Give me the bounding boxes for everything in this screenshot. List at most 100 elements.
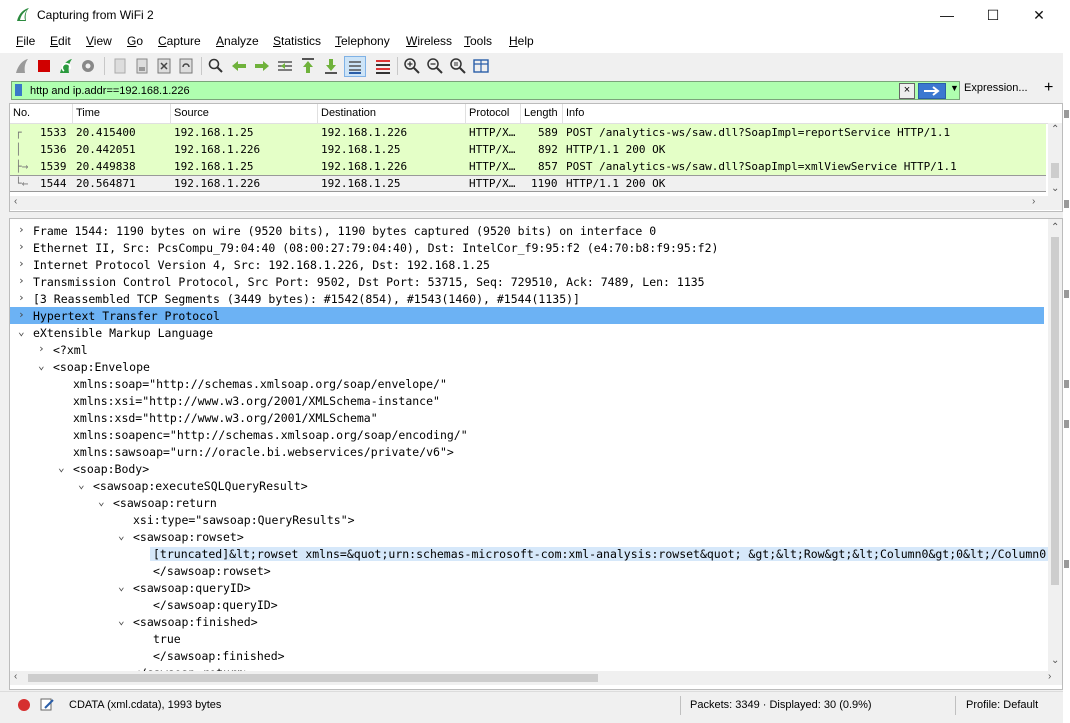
menu-statistics[interactable]: Statistics	[273, 34, 321, 48]
scroll-right-icon[interactable]: ›	[1032, 196, 1035, 207]
scroll-left-icon[interactable]: ‹	[14, 196, 17, 207]
menu-telephony[interactable]: Telephony	[335, 34, 390, 48]
scroll-thumb[interactable]	[28, 674, 598, 682]
expanded-chevron-icon[interactable]: ⌄	[118, 614, 128, 627]
reload-file-icon[interactable]	[176, 56, 196, 76]
detail-tree-item[interactable]: ⌄ <sawsoap:finished>	[10, 613, 1044, 630]
packet-row[interactable]: │ 1536 20.442051 192.168.1.226 192.168.1…	[10, 141, 1046, 158]
menu-edit[interactable]: Edit	[50, 34, 71, 48]
details-vertical-scrollbar[interactable]: ⌃ ⌄	[1048, 219, 1062, 671]
minimize-button[interactable]: —	[924, 0, 970, 31]
detail-tree-item[interactable]: › Hypertext Transfer Protocol	[10, 307, 1044, 324]
menu-tools[interactable]: Tools	[464, 34, 492, 48]
packet-list-horizontal-scrollbar[interactable]: ‹ ›	[10, 196, 1062, 210]
resize-columns-icon[interactable]	[471, 56, 491, 76]
detail-tree-item[interactable]: ⌄ <soap:Body>	[10, 460, 1044, 477]
detail-tree-item[interactable]: xmlns:soap="http://schemas.xmlsoap.org/s…	[10, 375, 1044, 392]
detail-tree-item[interactable]: › <?xml	[10, 341, 1044, 358]
restart-capture-icon[interactable]	[56, 56, 76, 76]
scroll-up-icon[interactable]: ⌃	[1051, 222, 1059, 233]
expression-button[interactable]: Expression...	[964, 82, 1028, 94]
auto-scroll-icon[interactable]	[344, 56, 366, 77]
detail-tree-item[interactable]: ⌄ eXtensible Markup Language	[10, 324, 1044, 341]
collapsed-chevron-icon[interactable]: ›	[18, 274, 28, 287]
detail-tree-item[interactable]: xsi:type="sawsoap:QueryResults">	[10, 511, 1044, 528]
detail-tree-item[interactable]: [truncated]&lt;rowset xmlns=&quot;urn:sc…	[10, 545, 1050, 562]
expanded-chevron-icon[interactable]: ⌄	[78, 478, 88, 491]
details-horizontal-scrollbar[interactable]: ‹ ›	[10, 671, 1062, 685]
open-file-icon[interactable]	[110, 56, 130, 76]
detail-tree-item[interactable]: ⌄ <sawsoap:rowset>	[10, 528, 1044, 545]
menu-help[interactable]: Help	[509, 34, 534, 48]
column-header-info[interactable]: Info	[566, 107, 584, 119]
profile-text[interactable]: Profile: Default	[966, 699, 1038, 711]
column-header-length[interactable]: Length	[524, 107, 558, 119]
edit-comment-icon[interactable]	[40, 697, 55, 712]
column-header-source[interactable]: Source	[174, 107, 209, 119]
detail-tree-item[interactable]: ⌄ <sawsoap:executeSQLQueryResult>	[10, 477, 1044, 494]
expanded-chevron-icon[interactable]: ⌄	[58, 461, 68, 474]
expanded-chevron-icon[interactable]: ⌄	[98, 495, 108, 508]
packet-row-selected[interactable]: └← 1544 20.564871 192.168.1.226 192.168.…	[10, 175, 1046, 192]
collapsed-chevron-icon[interactable]: ›	[18, 257, 28, 270]
expanded-chevron-icon[interactable]: ⌄	[38, 359, 48, 372]
detail-tree-item[interactable]: › Internet Protocol Version 4, Src: 192.1…	[10, 256, 1044, 273]
expanded-chevron-icon[interactable]: ⌄	[118, 529, 128, 542]
detail-tree-item[interactable]: xmlns:sawsoap="urn://oracle.bi.webservic…	[10, 443, 1044, 460]
go-first-packet-icon[interactable]	[298, 56, 318, 76]
detail-tree-item[interactable]: › Transmission Control Protocol, Src Port…	[10, 273, 1044, 290]
zoom-out-icon[interactable]	[425, 56, 445, 76]
scroll-down-icon[interactable]: ⌄	[1051, 183, 1059, 194]
detail-tree-item[interactable]: xmlns:xsi="http://www.w3.org/2001/XMLSch…	[10, 392, 1044, 409]
scroll-right-icon[interactable]: ›	[1048, 671, 1051, 682]
menu-go[interactable]: Go	[127, 34, 143, 48]
menu-view[interactable]: View	[86, 34, 112, 48]
packet-row[interactable]: ┌ 1533 20.415400 192.168.1.25 192.168.1.…	[10, 124, 1046, 141]
start-capture-fin-icon[interactable]	[12, 56, 32, 76]
collapsed-chevron-icon[interactable]: ›	[18, 308, 28, 321]
maximize-button[interactable]: ☐	[970, 0, 1016, 31]
menu-capture[interactable]: Capture	[158, 34, 201, 48]
collapsed-chevron-icon[interactable]: ›	[38, 342, 48, 355]
column-header-destination[interactable]: Destination	[321, 107, 376, 119]
go-last-packet-icon[interactable]	[321, 56, 341, 76]
collapsed-chevron-icon[interactable]: ›	[18, 291, 28, 304]
bookmark-icon[interactable]	[15, 84, 22, 96]
detail-tree-item[interactable]: ⌄ <soap:Envelope	[10, 358, 1044, 375]
menu-file[interactable]: File	[16, 34, 35, 48]
detail-tree-item[interactable]: › Ethernet II, Src: PcsCompu_79:04:40 (08…	[10, 239, 1044, 256]
detail-tree-item[interactable]: </sawsoap:rowset>	[10, 562, 1044, 579]
capture-options-gear-icon[interactable]	[78, 56, 98, 76]
column-header-time[interactable]: Time	[76, 107, 100, 119]
scroll-thumb[interactable]	[1051, 163, 1059, 178]
display-filter-input[interactable]	[30, 83, 890, 98]
scroll-up-icon[interactable]: ⌃	[1051, 124, 1059, 135]
filter-history-chevron-down-icon[interactable]: ▼	[950, 83, 960, 93]
column-header-protocol[interactable]: Protocol	[469, 107, 509, 119]
detail-tree-item[interactable]: ⌄ <sawsoap:queryID>	[10, 579, 1044, 596]
close-button[interactable]: ✕	[1016, 0, 1062, 31]
detail-tree-item[interactable]: xmlns:xsd="http://www.w3.org/2001/XMLSch…	[10, 409, 1044, 426]
packet-list-vertical-scrollbar[interactable]: ⌃ ⌄	[1048, 123, 1062, 196]
detail-tree-item[interactable]: xmlns:soapenc="http://schemas.xmlsoap.or…	[10, 426, 1044, 443]
clear-filter-icon[interactable]: ×	[899, 83, 915, 99]
scroll-left-icon[interactable]: ‹	[14, 671, 17, 682]
detail-tree-item[interactable]: </sawsoap:queryID>	[10, 596, 1044, 613]
expanded-chevron-icon[interactable]: ⌄	[18, 325, 28, 338]
colorize-list-icon[interactable]	[373, 56, 393, 76]
go-to-packet-icon[interactable]	[275, 56, 295, 76]
scroll-down-icon[interactable]: ⌄	[1051, 655, 1059, 666]
column-header-no[interactable]: No.	[13, 107, 30, 119]
detail-tree-item[interactable]: ⌄ <sawsoap:return	[10, 494, 1044, 511]
zoom-in-icon[interactable]	[402, 56, 422, 76]
menu-analyze[interactable]: Analyze	[216, 34, 259, 48]
packet-row[interactable]: ├→ 1539 20.449838 192.168.1.25 192.168.1…	[10, 158, 1046, 175]
detail-tree-item[interactable]: </sawsoap:finished>	[10, 647, 1044, 664]
go-forward-arrow-icon[interactable]	[252, 56, 272, 76]
detail-tree-item[interactable]: › [3 Reassembled TCP Segments (3449 bytes…	[10, 290, 1044, 307]
go-back-arrow-icon[interactable]	[229, 56, 249, 76]
menu-wireless[interactable]: Wireless	[406, 34, 452, 48]
detail-tree-item[interactable]: true	[10, 630, 1044, 647]
zoom-normal-icon[interactable]	[448, 56, 468, 76]
expanded-chevron-icon[interactable]: ⌄	[118, 580, 128, 593]
